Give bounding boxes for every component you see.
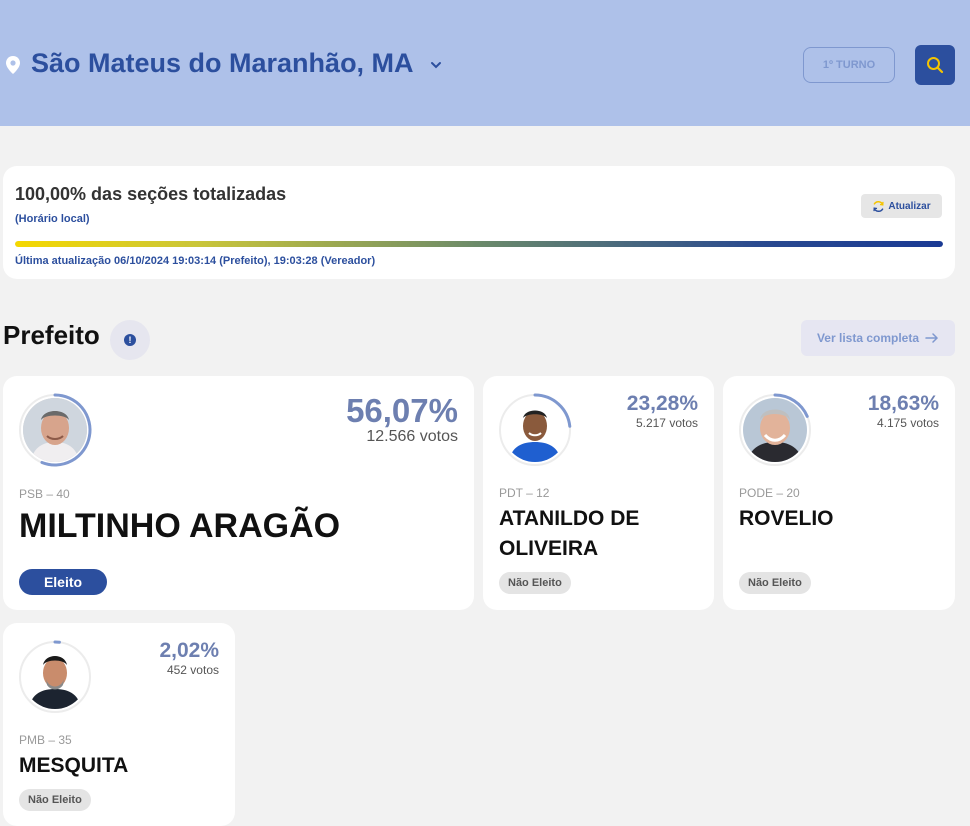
candidate-votes: 12.566 votos [366, 428, 458, 445]
local-time-note: (Horário local) [15, 213, 90, 225]
candidate-votes: 4.175 votos [876, 416, 939, 430]
ring-arc [773, 393, 809, 418]
candidate-percentage: 56,07% [346, 392, 458, 429]
candidate-percentage: 2,02% [159, 639, 219, 662]
ring-arc [533, 393, 572, 428]
vote-share-ring [19, 393, 92, 467]
status-badge: Não Eleito [499, 572, 571, 594]
candidate-party: PMB – 35 [19, 733, 72, 747]
candidate-name: ROVELIO [739, 507, 834, 530]
totalization-progress-bar [15, 241, 943, 247]
status-badge: Eleito [19, 569, 107, 595]
refresh-label: Atualizar [888, 200, 931, 212]
page-header: São Mateus do Maranhão, MA 1º TURNO [0, 0, 970, 126]
vote-share-ring [739, 393, 811, 466]
totalization-title: 100,00% das seções totalizadas [15, 184, 287, 204]
info-button[interactable]: ! [110, 320, 150, 360]
candidate-percentage: 18,63% [867, 392, 939, 415]
progress-fill [15, 241, 943, 247]
status-badge: Não Eleito [19, 789, 91, 811]
map-pin-icon [6, 56, 20, 74]
candidate-party: PSB – 40 [19, 487, 70, 501]
full-list-label: Ver lista completa [816, 331, 920, 345]
refresh-button[interactable]: Atualizar [861, 194, 942, 218]
info-icon: ! [124, 334, 136, 346]
candidate-card[interactable]: 23,28% 5.217 votos PDT – 12 ATANILDO DE … [483, 376, 714, 610]
candidate-name: MILTINHO ARAGÃO [19, 507, 341, 545]
turno-button[interactable]: 1º TURNO [803, 47, 895, 83]
status-badge: Não Eleito [739, 572, 811, 594]
totalization-status-card: 100,00% das seções totalizadas (Horário … [3, 166, 955, 279]
candidate-avatar [497, 392, 573, 468]
refresh-icon [873, 200, 884, 212]
candidate-votes: 452 votos [166, 663, 219, 677]
location-title[interactable]: São Mateus do Maranhão, MA [31, 48, 414, 79]
candidate-party: PDT – 12 [499, 486, 550, 500]
last-update-text: Última atualização 06/10/2024 19:03:14 (… [15, 255, 376, 267]
section-title: Prefeito [3, 320, 100, 350]
candidate-party: PODE – 20 [739, 486, 800, 500]
vote-share-ring [499, 393, 572, 466]
search-button[interactable] [915, 45, 955, 85]
ring-track [19, 641, 91, 713]
arrow-right-icon [925, 333, 939, 343]
candidate-name: MESQUITA [19, 754, 129, 777]
candidate-card[interactable]: 18,63% 4.175 votos PODE – 20 ROVELIO Não… [723, 376, 955, 610]
chevron-down-icon[interactable] [430, 60, 442, 70]
candidate-card[interactable]: 2,02% 452 votos PMB – 35 MESQUITA Não El… [3, 623, 235, 826]
search-icon [927, 57, 944, 74]
candidate-card[interactable]: 56,07% 12.566 votos PSB – 40 MILTINHO AR… [3, 376, 474, 610]
full-list-button[interactable]: Ver lista completa [801, 320, 955, 356]
candidate-votes: 5.217 votos [635, 416, 698, 430]
candidate-avatar [17, 392, 93, 468]
candidate-avatar [737, 392, 813, 468]
candidate-name: ATANILDO DE OLIVEIRA [499, 507, 640, 560]
ring-arc [40, 393, 92, 467]
candidate-avatar [17, 639, 93, 715]
vote-share-ring [19, 640, 91, 713]
candidate-percentage: 23,28% [626, 392, 698, 415]
